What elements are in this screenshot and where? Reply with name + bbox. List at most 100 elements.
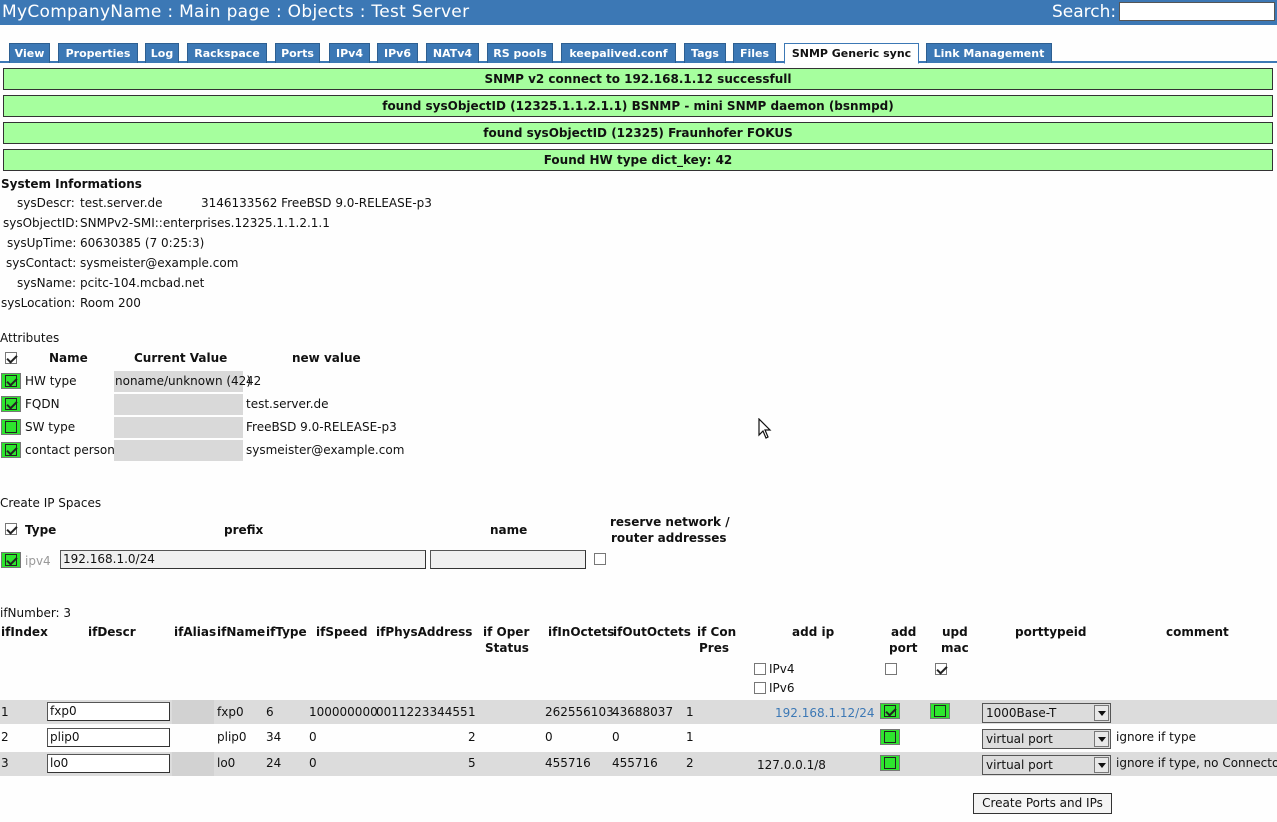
tab-ports[interactable]: Ports [275, 43, 320, 63]
row-ifconpres: 1 [686, 705, 694, 719]
row-ifspeed: 100000000 [309, 705, 378, 719]
chevron-down-icon[interactable] [1094, 757, 1109, 773]
row-ifphysaddress: 001122334455 [376, 705, 468, 719]
upd-mac-checkbox[interactable] [930, 703, 950, 719]
mouse-cursor-icon [758, 418, 772, 439]
add-ipv4-all-checkbox[interactable] [754, 663, 766, 675]
tab-keepalived[interactable]: keepalived.conf [561, 43, 676, 63]
ipv6-label: IPv6 [769, 681, 795, 695]
porttype-select[interactable]: 1000Base-T [982, 703, 1111, 723]
col-ifconpres: if Con [697, 625, 737, 639]
checkbox[interactable] [5, 421, 17, 433]
tab-tags[interactable]: Tags [684, 43, 726, 63]
attribute-checkbox-fqdn[interactable] [1, 396, 21, 412]
row-add-ip-link[interactable]: 192.168.1.12/24 [775, 706, 874, 720]
ifdescr-input[interactable]: fxp0 [47, 702, 170, 721]
row-comment: ignore if type, no Connector [1116, 756, 1277, 770]
sysname-value: pcitc-104.mcbad.net [80, 276, 205, 290]
syslocation-key: sysLocation: [1, 296, 76, 310]
add-port-all-checkbox[interactable] [885, 663, 897, 675]
row-ifname: plip0 [217, 730, 247, 744]
chevron-down-icon[interactable] [1094, 705, 1109, 721]
ip-space-type: ipv4 [25, 554, 51, 568]
row-ifindex: 2 [1, 730, 9, 744]
row-ifoutoctets: 455716 [612, 756, 658, 770]
ifdescr-input[interactable]: lo0 [47, 754, 170, 773]
tab-log[interactable]: Log [145, 43, 179, 63]
ifdescr-input[interactable]: plip0 [47, 728, 170, 747]
tab-snmp-generic-sync[interactable]: SNMP Generic sync [784, 43, 919, 64]
sysdescr-value: test.server.de [80, 196, 163, 210]
row-ifconpres: 2 [686, 756, 694, 770]
col-ifdescr: ifDescr [88, 625, 136, 639]
row-ifoperstatus: 2 [468, 730, 476, 744]
cell-bg [172, 752, 214, 776]
ip-space-name-input[interactable] [430, 550, 586, 569]
col-iftype: ifType [266, 625, 307, 639]
ip-space-checkbox[interactable] [1, 552, 21, 568]
attribute-checkbox-sw-type[interactable] [1, 419, 21, 435]
attributes-select-all-checkbox[interactable] [5, 352, 17, 364]
attribute-current-value [114, 417, 243, 438]
attribute-current-text: noname/unknown (42) [115, 374, 251, 388]
col-ifoperstatus: Status [485, 641, 529, 655]
ip-spaces-header-type: Type [25, 523, 57, 537]
add-ipv6-all-checkbox[interactable] [754, 682, 766, 694]
tab-rs-pools[interactable]: RS pools [487, 43, 553, 63]
row-ifname: lo0 [217, 756, 236, 770]
row-iftype: 24 [266, 756, 282, 770]
tab-files[interactable]: Files [733, 43, 776, 63]
checkbox[interactable] [5, 398, 17, 410]
reserve-addresses-checkbox[interactable] [594, 553, 606, 565]
checkbox[interactable] [5, 554, 17, 566]
checkbox[interactable] [884, 757, 896, 769]
tab-properties[interactable]: Properties [58, 43, 138, 63]
search-label: Search: [1052, 2, 1117, 22]
porttype-select[interactable]: virtual port [982, 755, 1111, 775]
ip-space-prefix-input[interactable]: 192.168.1.0/24 [60, 550, 426, 569]
syslocation-value: Room 200 [80, 296, 141, 310]
ip-spaces-header-name: name [490, 523, 528, 537]
tab-rackspace[interactable]: Rackspace [187, 43, 267, 63]
attributes-title: Attributes [0, 331, 60, 345]
tab-view[interactable]: View [9, 43, 50, 63]
checkbox[interactable] [884, 705, 896, 717]
attribute-checkbox-hw-type[interactable] [1, 373, 21, 389]
col-ifalias: ifAlias [174, 625, 217, 639]
tab-link-management[interactable]: Link Management [926, 43, 1052, 63]
col-add-port: add [891, 625, 917, 639]
tab-ipv6[interactable]: IPv6 [377, 43, 418, 63]
row-ifoperstatus: 5 [468, 756, 476, 770]
attribute-name: FQDN [25, 397, 60, 411]
tab-natv4[interactable]: NATv4 [426, 43, 479, 63]
attributes-header-current: Current Value [134, 351, 228, 365]
ip-spaces-title: Create IP Spaces [0, 496, 102, 510]
cell-bg [172, 700, 214, 724]
row-ifspeed: 0 [309, 756, 317, 770]
row-ifinoctets: 0 [545, 730, 553, 744]
status-message: SNMP v2 connect to 192.168.1.12 successf… [3, 68, 1273, 90]
tab-ipv4[interactable]: IPv4 [329, 43, 370, 63]
create-ports-and-ips-button[interactable]: Create Ports and IPs [973, 793, 1112, 814]
attribute-checkbox-contact-person[interactable] [1, 442, 21, 458]
col-ifoperstatus: if Oper [483, 625, 530, 639]
chevron-down-icon[interactable] [1094, 731, 1109, 747]
attributes-header-name: Name [49, 351, 88, 365]
sysdescr-extra: 3146133562 FreeBSD 9.0-RELEASE-p3 [201, 196, 432, 210]
add-port-checkbox[interactable] [880, 755, 900, 771]
checkbox[interactable] [5, 444, 17, 456]
checkbox[interactable] [884, 731, 896, 743]
upd-mac-all-checkbox[interactable] [935, 663, 947, 675]
if-number-label: ifNumber: 3 [0, 606, 72, 620]
checkbox[interactable] [934, 705, 946, 717]
row-ifname: fxp0 [217, 705, 244, 719]
row-ifindex: 1 [1, 705, 9, 719]
ip-spaces-select-all-checkbox[interactable] [5, 523, 17, 535]
checkbox[interactable] [5, 375, 17, 387]
add-port-checkbox[interactable] [880, 729, 900, 745]
system-info-title: System Informations [1, 177, 142, 191]
porttype-select[interactable]: virtual port [982, 729, 1111, 749]
breadcrumb[interactable]: MyCompanyName : Main page : Objects : Te… [2, 2, 469, 22]
search-input[interactable] [1119, 2, 1275, 21]
add-port-checkbox[interactable] [880, 703, 900, 719]
